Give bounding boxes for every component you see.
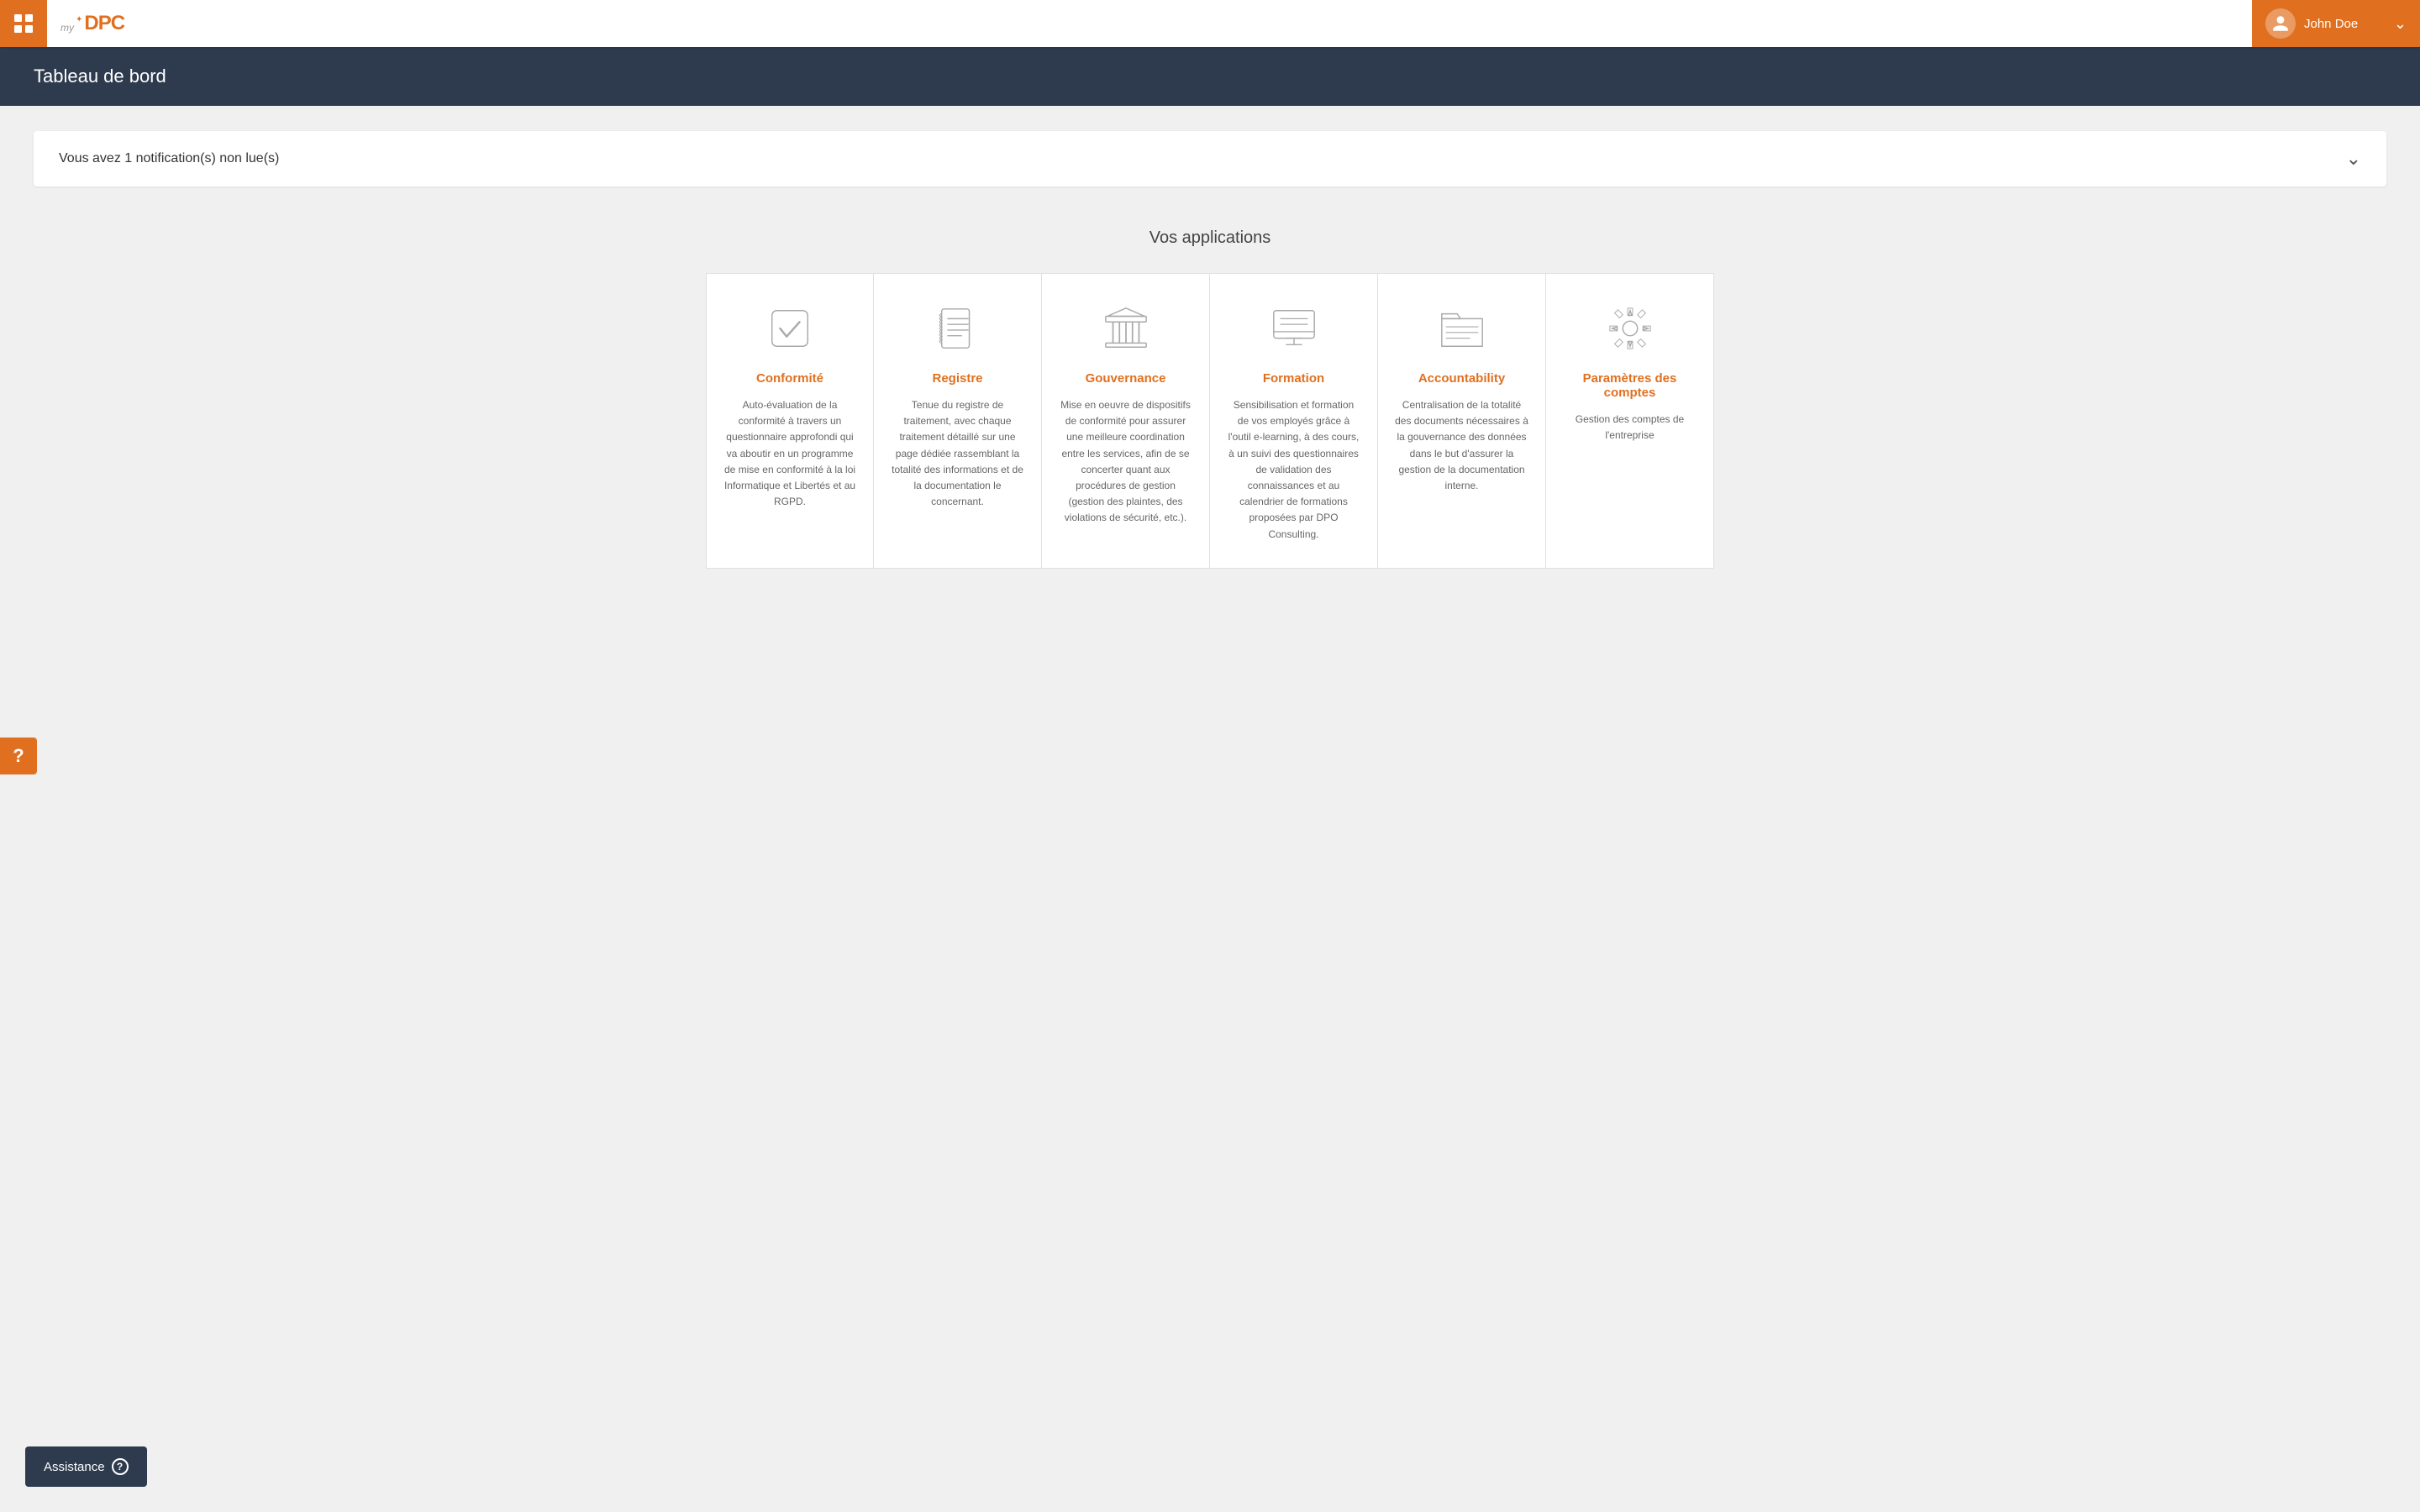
page-title: Tableau de bord <box>34 66 2386 87</box>
grid-menu-button[interactable] <box>0 0 47 47</box>
app-desc-registre: Tenue du registre de traitement, avec ch… <box>891 397 1024 510</box>
assistance-label: Assistance <box>44 1460 105 1474</box>
logo-dpc: DPC <box>84 12 124 35</box>
assistance-icon: ? <box>112 1458 129 1475</box>
apps-section-title: Vos applications <box>34 228 2386 248</box>
app-card-conformite[interactable]: Conformité Auto-évaluation de la conform… <box>706 273 874 569</box>
page-header: Tableau de bord <box>0 47 2420 106</box>
user-name: John Doe <box>2304 17 2387 31</box>
registre-icon <box>929 299 987 358</box>
assistance-button[interactable]: Assistance ? <box>25 1446 147 1487</box>
app-card-gouvernance[interactable]: Gouvernance Mise en oeuvre de dispositif… <box>1042 273 1210 569</box>
parametres-icon <box>1601 299 1660 358</box>
apps-grid: Conformité Auto-évaluation de la conform… <box>34 273 2386 569</box>
app-name-accountability: Accountability <box>1418 371 1505 386</box>
app-desc-gouvernance: Mise en oeuvre de dispositifs de conform… <box>1059 397 1192 527</box>
app-desc-conformite: Auto-évaluation de la conformité à trave… <box>723 397 856 510</box>
logo-my: my <box>60 22 74 34</box>
notification-bar[interactable]: Vous avez 1 notification(s) non lue(s) ⌄ <box>34 131 2386 186</box>
grid-icon <box>14 14 33 33</box>
formation-icon <box>1265 299 1323 358</box>
app-name-formation: Formation <box>1263 371 1324 386</box>
app-desc-formation: Sensibilisation et formation de vos empl… <box>1227 397 1360 543</box>
app-name-gouvernance: Gouvernance <box>1086 371 1166 386</box>
avatar <box>2265 8 2296 39</box>
app-card-formation[interactable]: Formation Sensibilisation et formation d… <box>1210 273 1378 569</box>
logo-star: ✦ <box>76 15 82 24</box>
conformite-icon <box>760 299 819 358</box>
app-name-registre: Registre <box>932 371 982 386</box>
notification-chevron-icon[interactable]: ⌄ <box>2346 148 2361 170</box>
notification-text: Vous avez 1 notification(s) non lue(s) <box>59 151 279 166</box>
apps-section: Vos applications Conformité Auto-évaluat… <box>34 228 2386 569</box>
app-card-registre[interactable]: Registre Tenue du registre de traitement… <box>874 273 1042 569</box>
accountability-icon <box>1433 299 1491 358</box>
help-icon: ? <box>13 745 24 767</box>
gouvernance-icon <box>1097 299 1155 358</box>
chevron-down-icon: ⌄ <box>2394 15 2407 33</box>
user-icon <box>2271 14 2290 33</box>
app-card-parametres[interactable]: Paramètres des comptes Gestion des compt… <box>1546 273 1714 569</box>
logo: my ✦ DPC <box>60 12 124 35</box>
app-desc-accountability: Centralisation de la totalité des docume… <box>1395 397 1528 494</box>
app-card-accountability[interactable]: Accountability Centralisation de la tota… <box>1378 273 1546 569</box>
app-name-parametres: Paramètres des comptes <box>1563 371 1697 400</box>
app-desc-parametres: Gestion des comptes de l'entreprise <box>1563 412 1697 444</box>
user-menu[interactable]: John Doe ⌄ <box>2252 0 2420 47</box>
logo-area: my ✦ DPC <box>47 12 2252 35</box>
top-nav: my ✦ DPC John Doe ⌄ <box>0 0 2420 47</box>
help-button[interactable]: ? <box>0 738 37 774</box>
app-name-conformite: Conformité <box>756 371 823 386</box>
main-content: Vous avez 1 notification(s) non lue(s) ⌄… <box>0 106 2420 594</box>
